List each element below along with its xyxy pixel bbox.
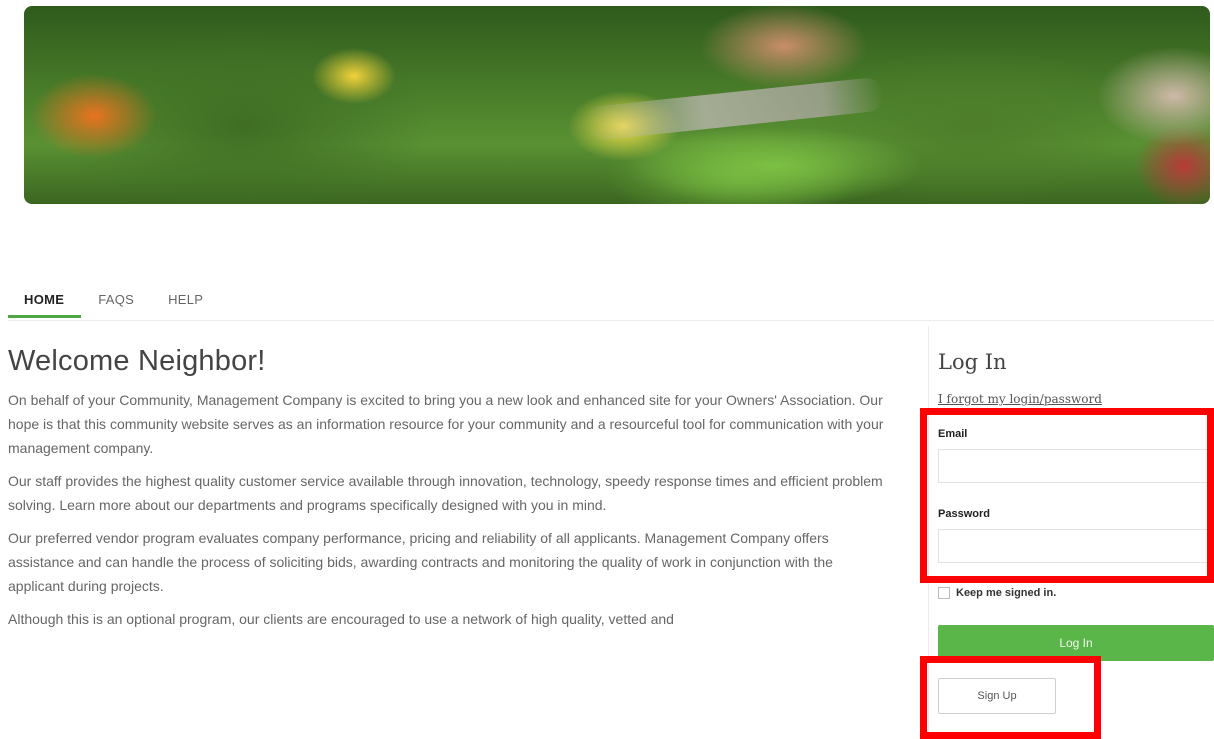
tab-help[interactable]: HELP bbox=[151, 290, 220, 318]
highlight-box-signup bbox=[920, 656, 1101, 739]
keep-signed-in-row: Keep me signed in. bbox=[938, 587, 1056, 599]
vendor-paragraph: Our preferred vendor program evaluates c… bbox=[8, 530, 833, 594]
keep-signed-in-checkbox[interactable] bbox=[938, 587, 950, 599]
staff-paragraph: Our staff provides the highest quality c… bbox=[8, 473, 883, 513]
keep-signed-in-label: Keep me signed in. bbox=[956, 587, 1057, 599]
forgot-password-link[interactable]: I forgot my login/password bbox=[938, 392, 1102, 406]
login-title: Log In bbox=[938, 350, 1007, 374]
main-content: Welcome Neighbor! On behalf of your Comm… bbox=[8, 345, 888, 640]
tab-faqs[interactable]: FAQS bbox=[81, 290, 151, 318]
intro-paragraph: On behalf of your Community, Management … bbox=[8, 392, 884, 456]
main-nav: HOME FAQS HELP bbox=[8, 290, 1214, 321]
login-panel: Log In I forgot my login/password Email … bbox=[938, 350, 1214, 714]
optional-program-paragraph: Although this is an optional program, ou… bbox=[8, 611, 674, 627]
page-title: Welcome Neighbor! bbox=[8, 345, 266, 377]
highlight-box-credentials bbox=[920, 408, 1214, 583]
garden-lawn bbox=[624, 126, 924, 204]
tab-home[interactable]: HOME bbox=[8, 290, 82, 318]
hero-banner-image bbox=[24, 6, 1210, 204]
